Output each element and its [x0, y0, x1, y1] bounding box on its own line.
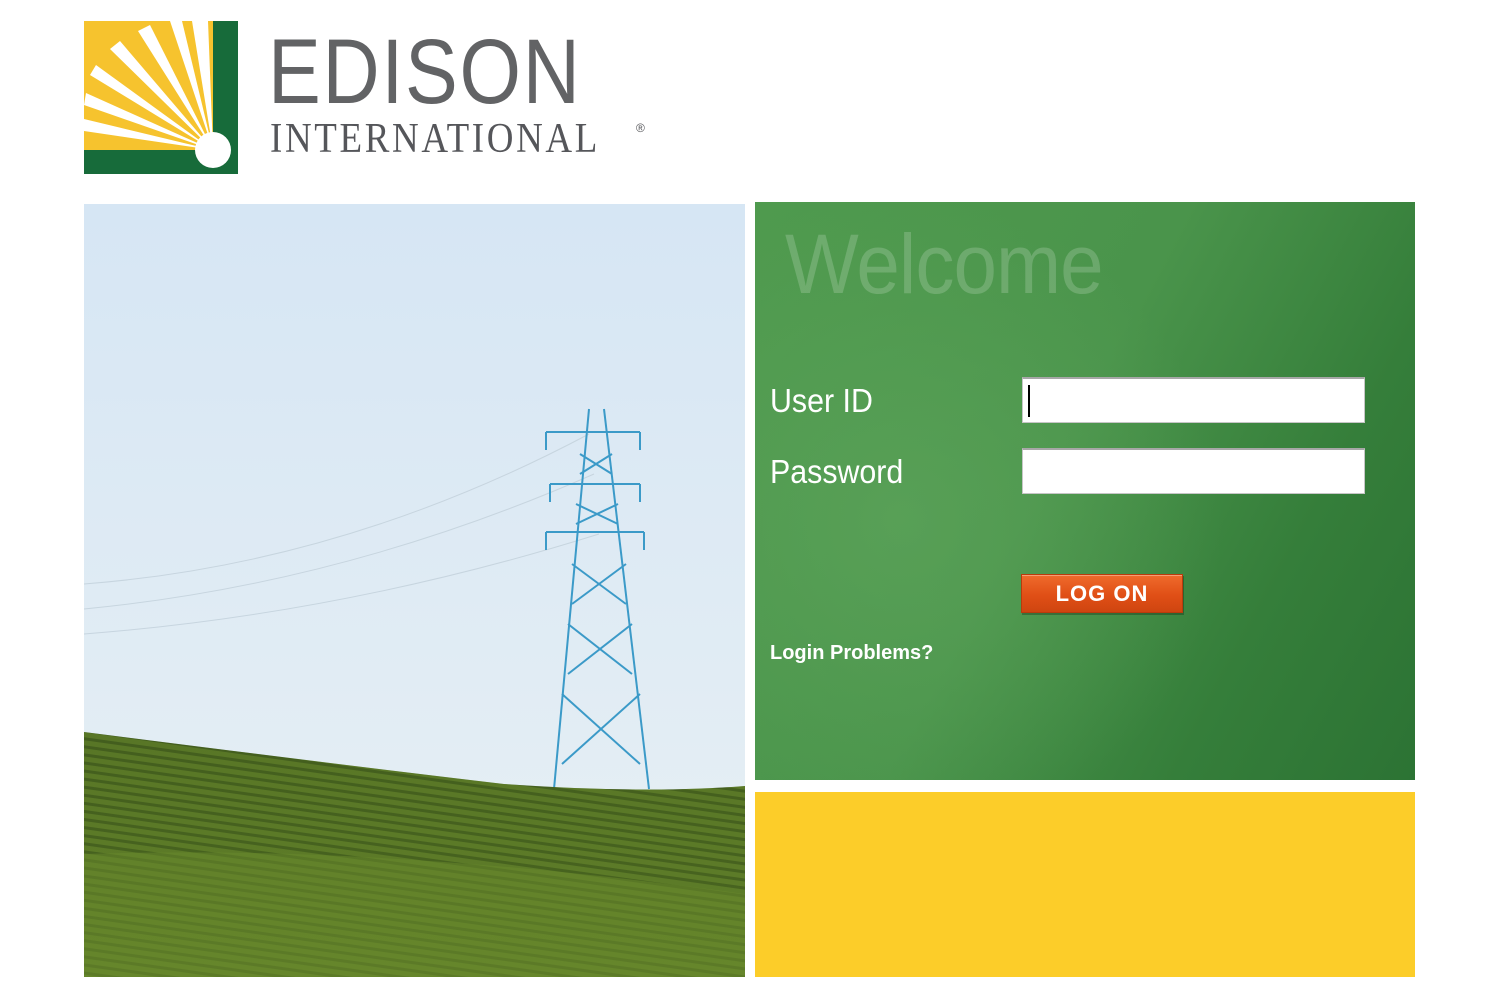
yellow-info-panel — [755, 792, 1415, 977]
brand-name-line1: EDISON — [268, 21, 582, 123]
registered-mark: ® — [636, 121, 645, 135]
log-on-button[interactable]: LOG ON — [1021, 574, 1183, 613]
login-panel: Welcome User ID Password LOG ON Login Pr… — [755, 202, 1415, 780]
user-id-input[interactable] — [1022, 377, 1365, 423]
brand-name-line2: INTERNATIONAL — [270, 116, 600, 162]
password-input[interactable] — [1022, 448, 1365, 494]
edison-logo-icon — [84, 21, 238, 174]
transmission-tower-photo — [84, 204, 745, 977]
text-caret — [1028, 385, 1030, 417]
password-label: Password — [770, 453, 904, 490]
welcome-heading: Welcome — [785, 217, 1104, 311]
login-problems-link[interactable]: Login Problems? — [770, 642, 933, 665]
user-id-label: User ID — [770, 382, 873, 419]
